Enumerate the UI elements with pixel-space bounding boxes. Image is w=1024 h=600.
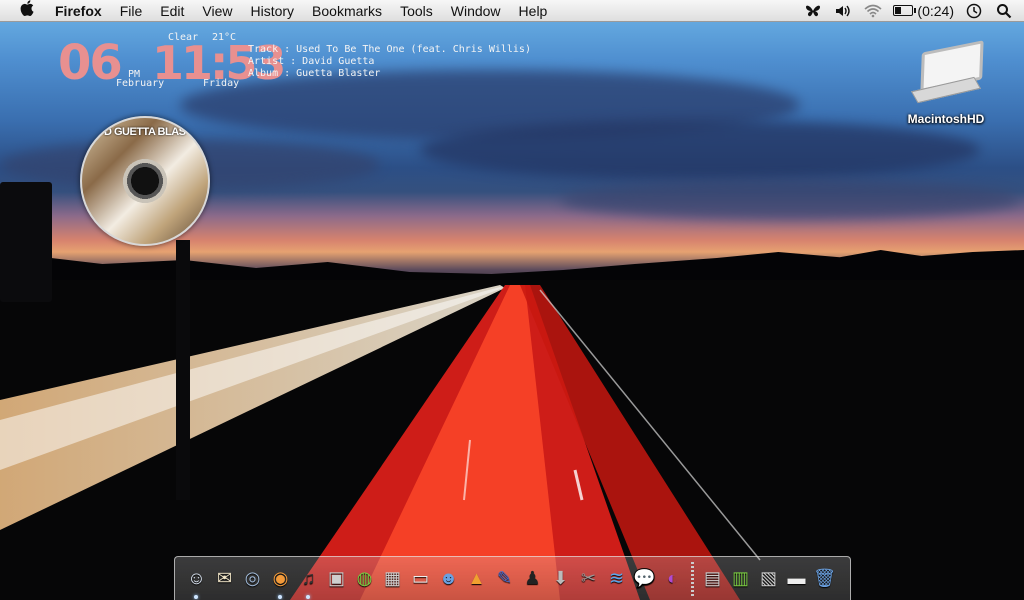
safari-glyph: ◎ bbox=[244, 568, 261, 588]
clock-month: February bbox=[116, 78, 165, 89]
drive-icon[interactable]: ▬ bbox=[783, 565, 810, 592]
spotlight-search-icon[interactable] bbox=[994, 2, 1014, 20]
clock-icon[interactable] bbox=[964, 2, 984, 20]
running-indicator bbox=[278, 595, 282, 599]
apple-menu-icon[interactable] bbox=[12, 0, 42, 21]
running-indicator bbox=[306, 595, 310, 599]
drive-glyph: ▬ bbox=[787, 568, 806, 588]
marker-icon[interactable]: ✎ bbox=[491, 565, 518, 592]
now-playing-track: Track : Used To Be The One (feat. Chris … bbox=[248, 44, 531, 55]
album-art-cd[interactable]: D GUETTA BLAS bbox=[80, 116, 210, 246]
wifi-icon[interactable] bbox=[863, 2, 883, 20]
menu-app-name[interactable]: Firefox bbox=[46, 0, 111, 22]
safari-icon[interactable]: ◎ bbox=[239, 565, 266, 592]
desktop-icon-label: MacintoshHD bbox=[907, 112, 985, 126]
volume-icon[interactable] bbox=[833, 2, 853, 20]
vlc-icon[interactable]: ▲ bbox=[463, 565, 490, 592]
sign-post bbox=[176, 240, 190, 500]
network-globe-glyph: ◐ bbox=[667, 568, 678, 588]
network-globe-icon[interactable]: ◐ bbox=[659, 565, 686, 592]
utilities-glyph: ✂ bbox=[580, 568, 597, 588]
wireless-glyph: ≋ bbox=[608, 568, 625, 588]
now-playing-artist: Artist : David Guetta bbox=[248, 56, 375, 67]
road-sign bbox=[0, 182, 52, 302]
clock-widget: 06 11:53 Clear 21°C PM February Friday bbox=[58, 32, 286, 92]
menu-bar: Firefox File Edit View History Bookmarks… bbox=[0, 0, 1024, 22]
firefox-icon[interactable]: ◉ bbox=[267, 565, 294, 599]
menu-view[interactable]: View bbox=[193, 0, 241, 22]
photo-booth-icon[interactable]: ▣ bbox=[323, 565, 350, 592]
menu-tools[interactable]: Tools bbox=[391, 0, 442, 22]
messenger-icon[interactable]: ☻ bbox=[435, 565, 462, 592]
chat-glyph: 💬 bbox=[633, 568, 656, 588]
downloads-glyph: ▧ bbox=[759, 568, 777, 588]
folder-icon[interactable]: ▤ bbox=[699, 565, 726, 592]
user-icon[interactable]: ♟ bbox=[519, 565, 546, 592]
weather-condition: Clear bbox=[168, 32, 199, 43]
vlc-glyph: ▲ bbox=[467, 568, 486, 588]
butterfly-icon[interactable] bbox=[803, 2, 823, 20]
marker-glyph: ✎ bbox=[496, 568, 513, 588]
battery-icon bbox=[893, 5, 917, 16]
battery-status[interactable]: (0:24) bbox=[893, 3, 954, 19]
documents-icon[interactable]: ▥ bbox=[727, 565, 754, 592]
trash-glyph: 🗑 bbox=[813, 568, 836, 588]
menu-extras: (0:24) bbox=[803, 2, 1024, 20]
mail-glyph: ✉ bbox=[216, 568, 233, 588]
dock-separator bbox=[691, 561, 694, 596]
preview-glyph: ▦ bbox=[383, 568, 401, 588]
finder-glyph: ☺ bbox=[187, 568, 206, 588]
clock-day: 06 bbox=[58, 35, 123, 91]
menu-edit[interactable]: Edit bbox=[151, 0, 193, 22]
chat-icon[interactable]: 💬 bbox=[631, 565, 658, 592]
downloads-icon[interactable]: ▧ bbox=[755, 565, 782, 592]
installer-icon[interactable]: ⬇ bbox=[547, 565, 574, 592]
finder-icon[interactable]: ☺ bbox=[183, 565, 210, 599]
cd-glyph: ◍ bbox=[356, 568, 373, 588]
running-indicator bbox=[194, 595, 198, 599]
user-glyph: ♟ bbox=[524, 568, 541, 588]
dock: ☺ ✉ ◎ ◉ ♫ ▣ ◍ ▦ ▭ ☻ ▲ ✎ ♟ ⬇ ✂ ≋ 💬 ◐ ▤ ▥ ▧ ▬ 🗑 bbox=[174, 556, 851, 600]
installer-glyph: ⬇ bbox=[552, 568, 569, 588]
weather-temperature: 21°C bbox=[212, 32, 237, 43]
menu-history[interactable]: History bbox=[241, 0, 303, 22]
now-playing-album: Album : Guetta Blaster bbox=[248, 68, 381, 79]
documents-glyph: ▥ bbox=[731, 568, 749, 588]
battery-level-fill bbox=[895, 7, 902, 14]
menu-window[interactable]: Window bbox=[442, 0, 510, 22]
wireless-icon[interactable]: ≋ bbox=[603, 565, 630, 592]
utilities-icon[interactable]: ✂ bbox=[575, 565, 602, 592]
cd-icon[interactable]: ◍ bbox=[351, 565, 378, 592]
laptop-glyph: ▭ bbox=[411, 568, 429, 588]
album-art-title: D GUETTA BLAS bbox=[104, 126, 186, 138]
messenger-glyph: ☻ bbox=[439, 568, 458, 588]
preview-icon[interactable]: ▦ bbox=[379, 565, 406, 592]
laptop-icon[interactable]: ▭ bbox=[407, 565, 434, 592]
now-playing-info: Track : Used To Be The One (feat. Chris … bbox=[248, 44, 531, 80]
battery-time-remaining: (0:24) bbox=[917, 2, 954, 19]
folder-glyph: ▤ bbox=[703, 568, 721, 588]
firefox-glyph: ◉ bbox=[272, 568, 289, 588]
clock-weekday: Friday bbox=[203, 78, 240, 89]
mail-icon[interactable]: ✉ bbox=[211, 565, 238, 592]
photo-booth-glyph: ▣ bbox=[327, 568, 345, 588]
menu-bookmarks[interactable]: Bookmarks bbox=[303, 0, 391, 22]
menu-file[interactable]: File bbox=[111, 0, 152, 22]
itunes-headphones-icon[interactable]: ♫ bbox=[295, 565, 322, 599]
trash-icon[interactable]: 🗑 bbox=[811, 565, 838, 592]
desktop-icon-macintoshhd[interactable]: MacintoshHD bbox=[896, 38, 996, 126]
menu-help[interactable]: Help bbox=[510, 0, 557, 22]
itunes-headphones-glyph: ♫ bbox=[301, 568, 316, 588]
